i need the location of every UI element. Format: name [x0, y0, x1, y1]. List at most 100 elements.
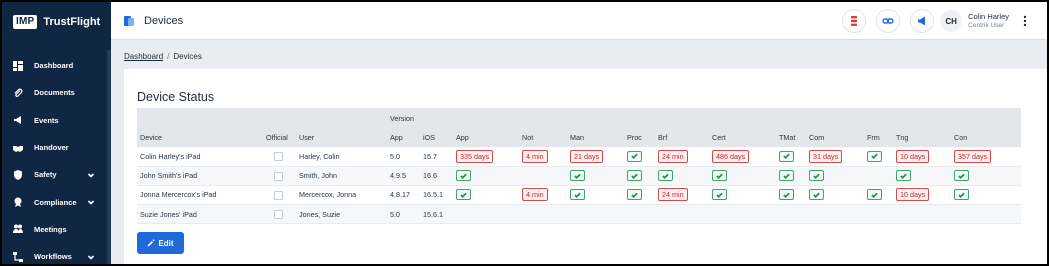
- table-row[interactable]: Suzie Jones' iPad Jones, Suzie 5.0 15.6.1: [137, 204, 1021, 225]
- check-icon: [658, 170, 673, 182]
- edit-button[interactable]: Edit: [137, 232, 184, 254]
- column-header: User: [296, 128, 387, 147]
- more-options-button[interactable]: [1021, 14, 1029, 28]
- chevron-down-icon[interactable]: [87, 253, 95, 261]
- status-cell: 31 days: [806, 147, 864, 167]
- chevron-down-icon[interactable]: [87, 171, 95, 179]
- user-menu[interactable]: CH Colin Harley Centrik User: [940, 10, 1009, 32]
- status-cell: [567, 204, 624, 225]
- column-header: App: [387, 128, 420, 147]
- column-header: App: [453, 128, 519, 147]
- device-cell: Colin Harley's iPad: [137, 147, 263, 167]
- sidebar-item-workflows[interactable]: Workflows: [2, 243, 105, 264]
- check-icon: [809, 170, 824, 182]
- app-version-cell: 5.0: [387, 147, 420, 167]
- ios-version-cell: 15.7: [420, 147, 453, 167]
- status-cell: [776, 147, 806, 167]
- check-icon: [867, 150, 882, 162]
- official-checkbox[interactable]: [274, 171, 283, 181]
- avatar: CH: [940, 10, 963, 32]
- check-icon: [627, 170, 642, 182]
- column-header: Tng: [893, 128, 951, 147]
- users-icon: [12, 223, 24, 235]
- dashboard-icon: [12, 60, 24, 72]
- sidebar-item-events[interactable]: Events: [2, 107, 105, 134]
- chevron-down-icon[interactable]: [87, 198, 95, 206]
- status-cell: 486 days: [709, 147, 776, 167]
- breadcrumb: Dashboard / Devices: [124, 52, 202, 61]
- official-cell: [263, 204, 296, 225]
- ios-version-cell: 16.6: [420, 166, 453, 186]
- devices-page-icon: [123, 15, 135, 27]
- sidebar-item-safety[interactable]: Safety: [2, 161, 105, 188]
- overdue-badge: 10 days: [896, 149, 930, 163]
- status-cell: [864, 204, 893, 225]
- overdue-badge: 10 days: [896, 188, 930, 202]
- status-cell: 4 min: [519, 185, 567, 206]
- column-header: Official: [263, 128, 296, 147]
- status-cell: [864, 147, 893, 167]
- brand[interactable]: IMP TrustFlight: [2, 2, 111, 42]
- badge-icon: [12, 196, 24, 208]
- user-cell: Harley, Colin: [296, 147, 387, 167]
- status-cell: 10 days: [893, 185, 951, 206]
- status-cell: 10 days: [893, 147, 951, 167]
- official-checkbox[interactable]: [274, 209, 283, 219]
- check-icon: [456, 170, 471, 182]
- status-cell: [519, 166, 567, 186]
- official-checkbox[interactable]: [274, 152, 283, 162]
- sidebar-item-label: Documents: [34, 88, 75, 98]
- official-checkbox[interactable]: [274, 190, 283, 200]
- table-row[interactable]: John Smith's iPad Smith, John 4.9.5 16.6: [137, 166, 1021, 186]
- status-cell: [806, 204, 864, 225]
- link-button[interactable]: [876, 9, 901, 33]
- check-icon: [779, 170, 794, 182]
- table-row[interactable]: Colin Harley's iPad Harley, Colin 5.0 15.7 3…: [137, 147, 1021, 167]
- page-title: Devices: [144, 14, 184, 27]
- sidebar-item-handover[interactable]: Handover: [2, 134, 105, 161]
- official-cell: [263, 147, 296, 167]
- sidebar-item-meetings[interactable]: Meetings: [2, 216, 105, 243]
- status-cell: 21 days: [567, 147, 624, 167]
- stack-button[interactable]: [842, 9, 867, 33]
- version-group-header: Version: [387, 108, 453, 128]
- user-info: Colin Harley Centrik User: [968, 12, 1009, 29]
- check-icon: [867, 189, 882, 201]
- card-title: Device Status: [137, 90, 215, 104]
- shield-icon: [12, 169, 24, 181]
- breadcrumb-dashboard-link[interactable]: Dashboard: [124, 52, 163, 61]
- sidebar-nav: Dashboard Documents Events Handover Safety Co…: [2, 52, 105, 264]
- sidebar-item-label: Compliance: [34, 197, 77, 207]
- column-header: Brf: [655, 128, 709, 147]
- device-status-table: Version Device Official User App iOS App Not Ma…: [137, 108, 1021, 225]
- stack-icon: [851, 16, 858, 26]
- status-cell: 24 min: [655, 185, 709, 206]
- status-cell: 4 min: [519, 147, 567, 167]
- sidebar-item-dashboard[interactable]: Dashboard: [2, 52, 105, 79]
- header-blank: [296, 108, 387, 128]
- overdue-badge: 31 days: [809, 149, 843, 163]
- ios-version-cell: 16.5.1: [420, 185, 453, 206]
- sidebar-item-label: Handover: [34, 143, 69, 153]
- paperclip-icon: [12, 87, 24, 99]
- status-cell: [776, 204, 806, 225]
- status-cell: [709, 204, 776, 225]
- status-cell: [519, 204, 567, 225]
- column-header: Con: [951, 128, 1021, 147]
- device-cell: John Smith's iPad: [137, 166, 263, 186]
- status-cell: [624, 185, 655, 206]
- overdue-badge: 486 days: [712, 149, 750, 163]
- status-cell: [655, 166, 709, 186]
- sidebar-item-compliance[interactable]: Compliance: [2, 188, 105, 215]
- sidebar-item-documents[interactable]: Documents: [2, 79, 105, 106]
- main-content: Devices CH Colin Harley Centrik User Das…: [111, 2, 1047, 264]
- status-cell: [806, 166, 864, 186]
- status-cell: [893, 166, 951, 186]
- edit-button-label: Edit: [158, 238, 174, 248]
- column-header: Cert: [709, 128, 776, 147]
- announcements-button[interactable]: [910, 9, 935, 33]
- header-blank: [453, 108, 1021, 128]
- check-icon: [954, 170, 969, 182]
- table-row[interactable]: Jonna Mercercox's iPad Mercercox, Jonna 4.…: [137, 185, 1021, 206]
- overdue-badge: 24 min: [658, 188, 688, 202]
